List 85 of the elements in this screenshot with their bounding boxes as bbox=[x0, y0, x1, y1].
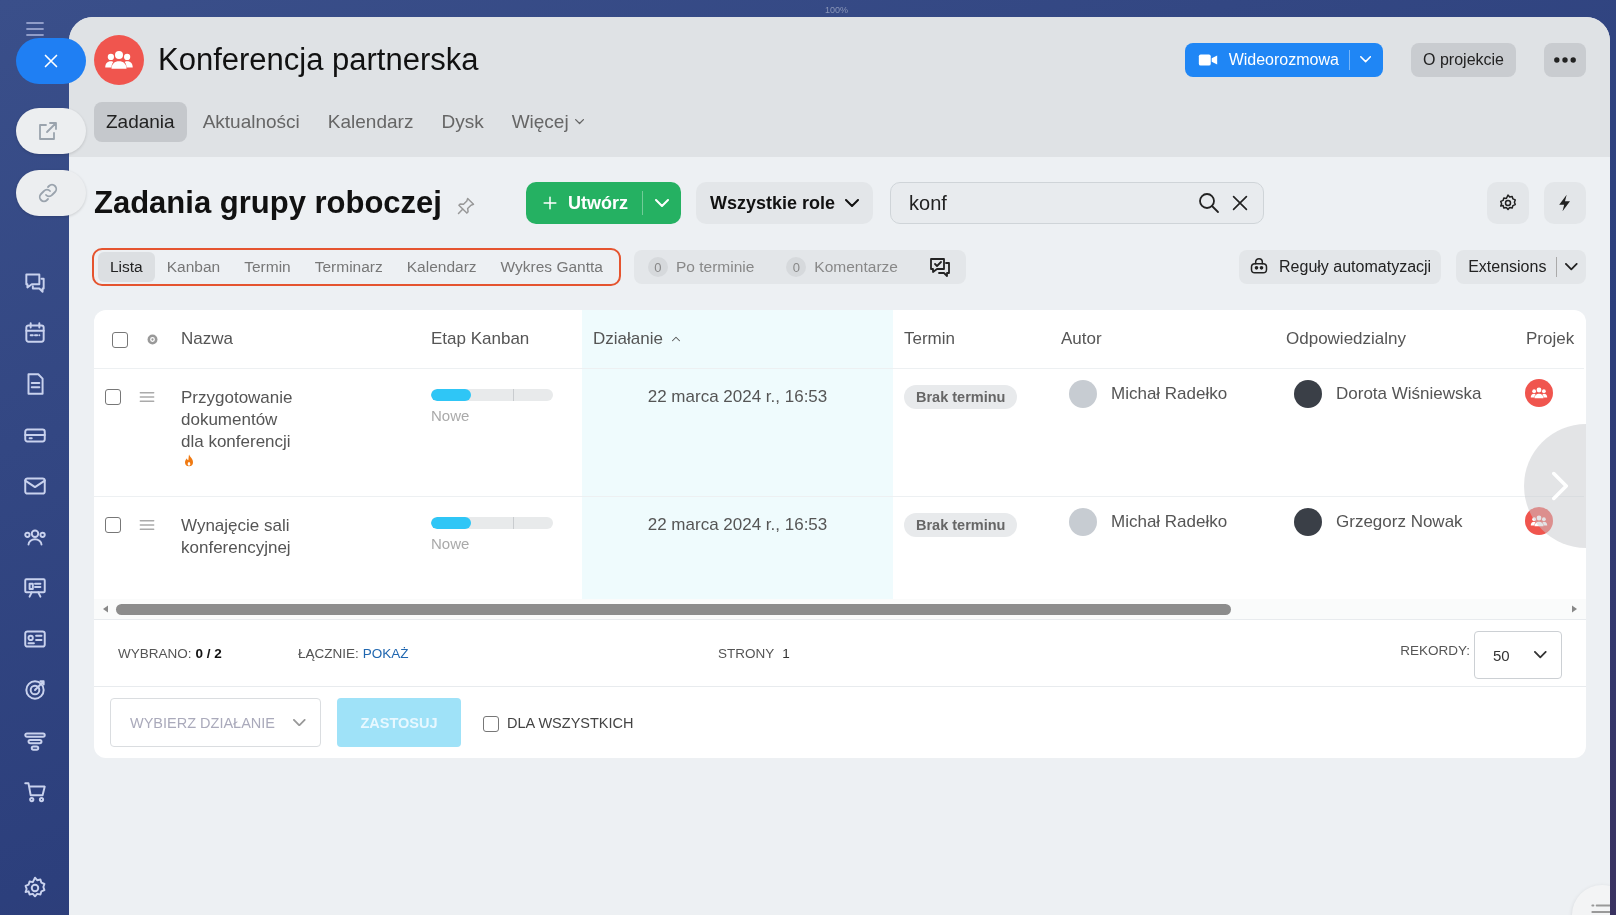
search-icon bbox=[1197, 191, 1221, 215]
view-tab[interactable]: Lista bbox=[98, 252, 155, 282]
total-label: ŁĄCZNIE: bbox=[298, 645, 359, 661]
counter-badge: 0 bbox=[647, 257, 668, 277]
close-button[interactable] bbox=[16, 38, 86, 84]
task-name[interactable]: Wynajęcie sali konferencyjnej bbox=[181, 515, 303, 559]
responsible-name[interactable]: Grzegorz Nowak bbox=[1336, 512, 1463, 532]
records-per-page-dropdown[interactable]: 50 bbox=[1474, 631, 1562, 679]
project-avatar[interactable] bbox=[1525, 379, 1553, 407]
deadline-badge: Brak terminu bbox=[904, 385, 1018, 409]
horizontal-scrollbar[interactable] bbox=[94, 599, 1586, 619]
avatar bbox=[1294, 380, 1322, 408]
chat-check-icon bbox=[927, 255, 952, 279]
selected-count: 0 / 2 bbox=[195, 645, 222, 661]
cart-icon bbox=[21, 779, 48, 805]
settings-button[interactable] bbox=[1487, 182, 1529, 224]
view-tab[interactable]: Kalendarz bbox=[394, 252, 489, 282]
project-avatar[interactable] bbox=[1525, 507, 1553, 535]
automation-rules-button[interactable]: Reguły automatyzacji bbox=[1239, 250, 1442, 284]
checkbox[interactable] bbox=[105, 389, 121, 405]
presentation-icon bbox=[21, 575, 48, 601]
column-header[interactable]: Autor bbox=[1061, 329, 1102, 349]
avatar bbox=[1294, 508, 1322, 536]
nav-tab[interactable]: Dysk bbox=[429, 102, 496, 142]
checkbox[interactable] bbox=[112, 332, 128, 348]
checkbox[interactable] bbox=[105, 517, 121, 533]
robot-icon bbox=[1249, 257, 1270, 277]
author-name[interactable]: Michał Radełko bbox=[1111, 384, 1228, 404]
column-header[interactable]: Etap Kanban bbox=[431, 329, 530, 349]
settings-icon bbox=[1498, 193, 1518, 213]
about-project-button[interactable]: O projekcie bbox=[1411, 42, 1516, 77]
zoom-label: 100% bbox=[825, 5, 849, 15]
activity-date: 22 marca 2024 r., 16:53 bbox=[647, 515, 828, 534]
chevron-down-icon bbox=[845, 199, 859, 207]
external-link-icon bbox=[36, 119, 60, 143]
search-field[interactable]: konf bbox=[890, 182, 1264, 224]
show-total-link[interactable]: POKAŻ bbox=[362, 645, 409, 661]
chevron-down-icon bbox=[1534, 651, 1547, 659]
checkbox[interactable] bbox=[483, 715, 499, 732]
chevron-down-icon bbox=[574, 119, 584, 125]
role-filter-dropdown[interactable]: Wszystkie role bbox=[695, 182, 873, 224]
pages-label: STRONY bbox=[718, 645, 775, 661]
more-icon bbox=[1554, 56, 1576, 63]
author-name[interactable]: Michał Radełko bbox=[1111, 512, 1228, 532]
page-title: Zadania grupy roboczej bbox=[94, 185, 442, 221]
chevron-down-icon bbox=[1565, 263, 1578, 271]
page-number[interactable]: 1 bbox=[782, 645, 790, 661]
responsible-name[interactable]: Dorota Wiśniewska bbox=[1336, 384, 1482, 404]
chevron-down-icon bbox=[1359, 56, 1372, 63]
chevron-down-icon bbox=[654, 199, 669, 207]
view-tab[interactable]: Termin bbox=[232, 252, 303, 282]
pin-icon bbox=[455, 196, 476, 216]
column-header[interactable]: Projek bbox=[1526, 329, 1575, 349]
deadline-badge: Brak terminu bbox=[904, 513, 1018, 537]
open-in-new-window-button[interactable] bbox=[16, 108, 86, 154]
nav-tab[interactable]: Więcej bbox=[499, 102, 596, 142]
chevron-down-icon bbox=[293, 718, 306, 727]
copy-link-button[interactable] bbox=[16, 170, 86, 216]
counter-badge: 0 bbox=[786, 257, 807, 277]
video-call-button[interactable]: Wideorozmowa bbox=[1184, 42, 1384, 77]
view-tab[interactable]: Terminarz bbox=[302, 252, 395, 282]
column-header[interactable]: Działanie bbox=[593, 329, 663, 349]
selected-label: WYBRANO: bbox=[118, 645, 192, 661]
avatar bbox=[1069, 508, 1097, 536]
chevron-right-icon bbox=[1552, 470, 1568, 502]
nav-tab[interactable]: Zadania bbox=[94, 102, 187, 142]
nav-tab[interactable]: Kalendarz bbox=[315, 102, 426, 142]
stage-label: Nowe bbox=[431, 535, 471, 552]
column-header[interactable]: Odpowiedzialny bbox=[1286, 329, 1406, 349]
project-title: Konferencja partnerska bbox=[158, 41, 479, 78]
avatar bbox=[1069, 380, 1097, 408]
for-all-label[interactable]: DLA WSZYSTKICH bbox=[507, 714, 634, 731]
more-button[interactable] bbox=[1544, 42, 1586, 77]
nav-tab[interactable]: Aktualności bbox=[190, 102, 312, 142]
lightning-button[interactable] bbox=[1544, 182, 1586, 224]
column-header[interactable]: Nazwa bbox=[181, 329, 233, 349]
activity-date: 22 marca 2024 r., 16:53 bbox=[647, 387, 828, 406]
view-tab[interactable]: Kanban bbox=[154, 252, 233, 282]
records-label: REKORDY: bbox=[1400, 642, 1470, 658]
link-icon bbox=[36, 181, 60, 205]
extensions-button[interactable]: Extensions bbox=[1456, 250, 1586, 284]
stage-label: Nowe bbox=[431, 407, 471, 424]
view-tab[interactable]: Wykres Gantta bbox=[488, 252, 615, 282]
task-name[interactable]: Przygotowanie dokumentów dla konferencji bbox=[181, 387, 303, 453]
column-header[interactable]: Termin bbox=[904, 329, 955, 349]
